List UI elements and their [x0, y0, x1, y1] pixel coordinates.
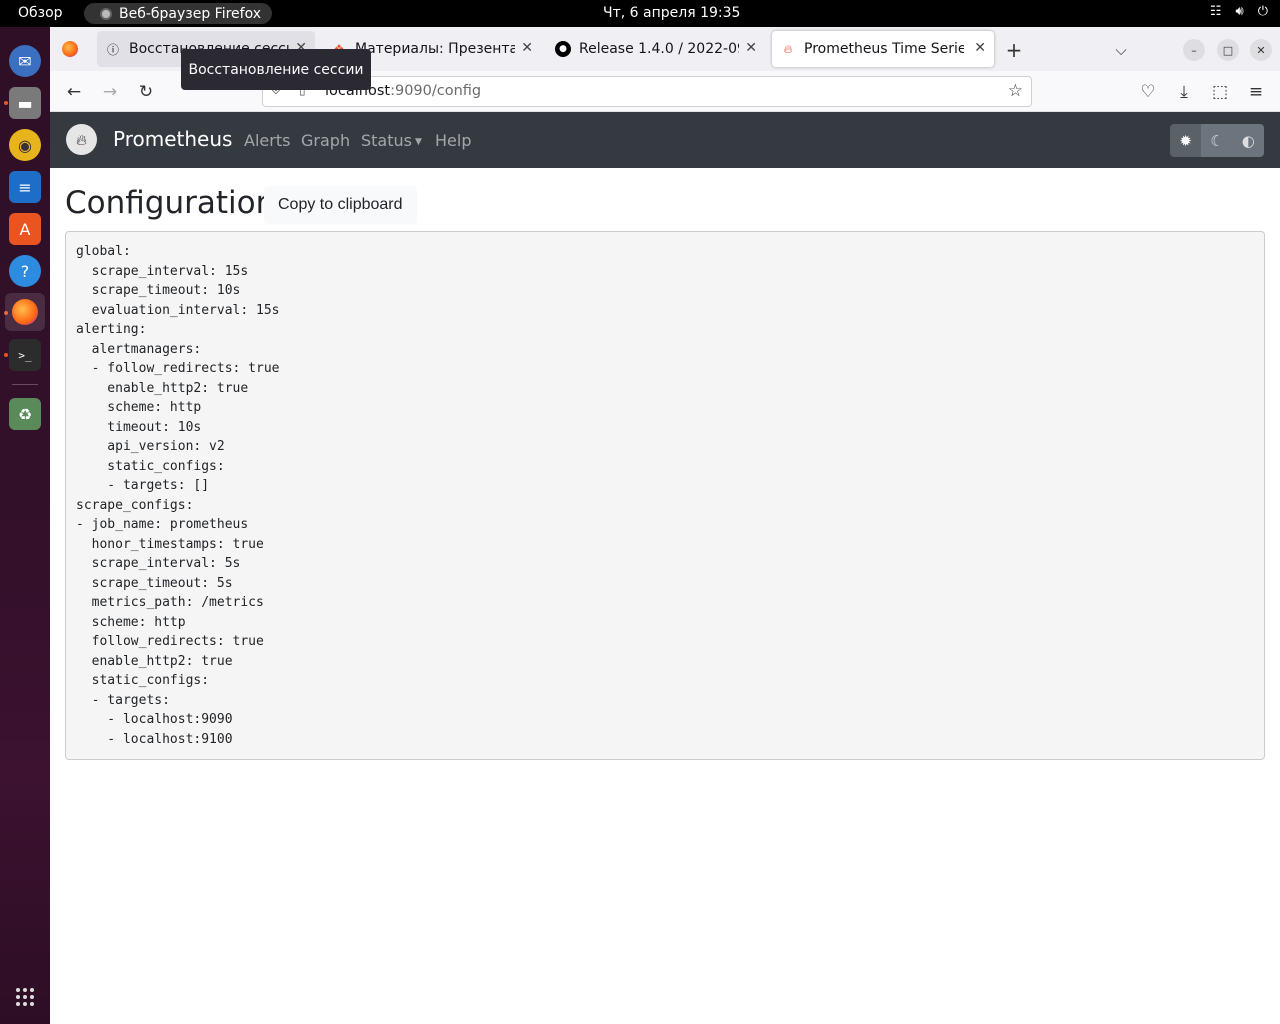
dark-theme-icon[interactable]: ☾ — [1201, 124, 1233, 157]
network-icon[interactable]: ☷ — [1210, 4, 1222, 19]
power-icon[interactable]: ⏻ — [1258, 4, 1268, 19]
list-tabs-icon[interactable]: ⌵ — [1110, 39, 1132, 61]
info-icon: ⓘ — [106, 42, 119, 57]
terminal-icon[interactable]: >_ — [9, 339, 41, 371]
clock[interactable]: Чт, 6 апреля 19:35 — [603, 5, 740, 21]
hamburger-menu-icon[interactable]: ≡ — [1244, 80, 1268, 104]
help-icon[interactable]: ? — [9, 255, 41, 287]
reload-icon[interactable]: ↻ — [134, 80, 158, 104]
prometheus-logo-icon[interactable]: 🔥︎ — [66, 124, 97, 155]
firefox-view-icon[interactable] — [60, 39, 80, 59]
close-window-icon[interactable]: ✕ — [1250, 39, 1272, 61]
firefox-icon[interactable] — [5, 293, 45, 331]
tab-title: Материалы: Презентации — [355, 41, 515, 57]
thunderbird-icon[interactable]: ✉ — [9, 45, 41, 77]
downloads-icon[interactable]: ⤓ — [1172, 80, 1196, 104]
tab-tooltip: Восстановление сессии — [181, 49, 371, 90]
nav-status[interactable]: Status ▼ — [361, 131, 422, 150]
copy-to-clipboard-button[interactable]: Copy to clipboard — [264, 186, 417, 224]
nav-graph[interactable]: Graph — [301, 131, 350, 150]
forward-icon[interactable]: → — [98, 80, 122, 104]
brand-link[interactable]: Prometheus — [113, 127, 232, 151]
tab-prometheus[interactable]: 🔥︎ Prometheus Time Series ✕ — [772, 31, 994, 67]
nav-alerts[interactable]: Alerts — [244, 131, 290, 150]
bookmark-star-icon[interactable]: ☆ — [1008, 81, 1023, 101]
prometheus-icon: 🔥︎ — [783, 41, 793, 56]
config-yaml[interactable]: global: scrape_interval: 15s scrape_time… — [65, 231, 1265, 760]
auto-theme-icon[interactable]: ◐ — [1232, 124, 1264, 157]
rhythmbox-icon[interactable]: ◉ — [9, 129, 41, 161]
pocket-icon[interactable]: ♡ — [1136, 80, 1160, 104]
system-top-bar: Обзор Веб-браузер Firefox Чт, 6 апреля 1… — [0, 0, 1280, 27]
close-tab-icon[interactable]: ✕ — [974, 40, 986, 56]
activities-button[interactable]: Обзор — [18, 5, 63, 21]
url-bar[interactable]: ⛨ ▯ localhost:9090/config ☆ — [262, 76, 1032, 107]
app-menu-label: Веб-браузер Firefox — [119, 5, 262, 22]
github-icon: ● — [555, 41, 571, 57]
files-icon[interactable]: ▬ — [9, 87, 41, 119]
running-indicator — [4, 353, 8, 357]
firefox-small-icon — [100, 7, 112, 20]
extensions-icon[interactable]: ⬚ — [1208, 80, 1232, 104]
dock-separator — [12, 384, 38, 385]
back-icon[interactable]: ← — [62, 80, 86, 104]
close-tab-icon[interactable]: ✕ — [521, 40, 533, 56]
show-apps-icon[interactable] — [16, 988, 34, 1006]
minimize-icon[interactable]: – — [1183, 39, 1205, 61]
page-title: Configuration — [65, 185, 276, 221]
nav-help[interactable]: Help — [435, 131, 471, 150]
volume-icon[interactable]: 🔊︎ — [1236, 4, 1244, 19]
app-center-icon[interactable]: A — [9, 213, 41, 245]
light-theme-icon[interactable]: ✹ — [1170, 124, 1202, 157]
writer-icon[interactable]: ≡ — [9, 171, 41, 203]
caret-down-icon: ▼ — [414, 137, 422, 147]
firefox-window: ⓘ Восстановление сессии ✕ ❖ Материалы: П… — [50, 27, 1280, 1024]
theme-switcher: ✹ ☾ ◐ — [1170, 124, 1264, 157]
trash-icon[interactable]: ♻ — [9, 398, 41, 430]
close-tab-icon[interactable]: ✕ — [745, 40, 757, 56]
app-menu-button[interactable]: Веб-браузер Firefox — [84, 3, 272, 24]
new-tab-icon[interactable]: + — [1003, 38, 1025, 62]
system-tray[interactable]: ☷ 🔊︎ ⏻ — [1210, 4, 1268, 19]
tab-title: Prometheus Time Series — [804, 41, 964, 57]
running-indicator — [4, 101, 8, 105]
tab-title: Release 1.4.0 / 2022-09-2 — [579, 41, 739, 57]
prometheus-navbar: 🔥︎ Prometheus Alerts Graph Status ▼ Help … — [50, 112, 1280, 168]
dock: ✉ ▬ ◉ ≡ A ? >_ ♻ — [0, 27, 50, 1024]
maximize-icon[interactable]: □ — [1217, 39, 1239, 61]
tab-release[interactable]: ● Release 1.4.0 / 2022-09-2 ✕ — [547, 31, 765, 67]
